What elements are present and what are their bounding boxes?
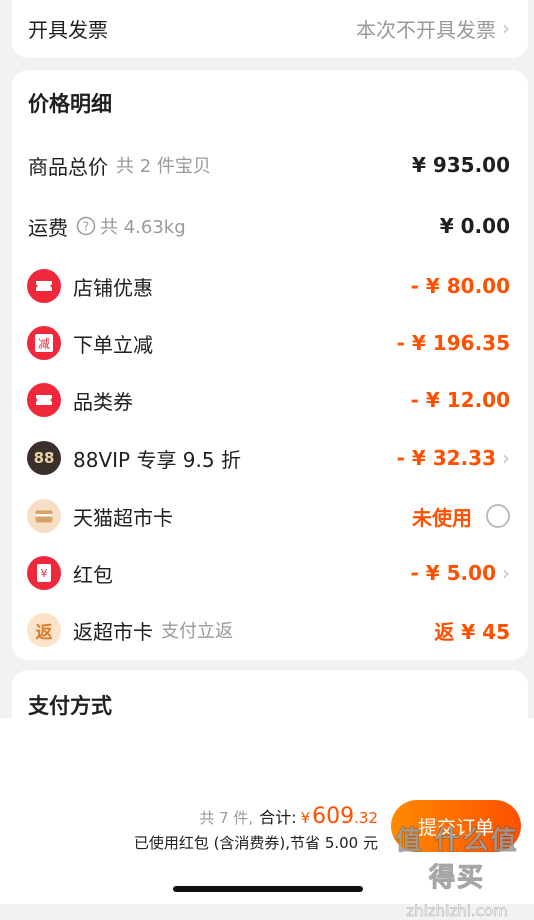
card-icon [27, 499, 61, 533]
invoice-value[interactable]: 本次不开具发票 › [356, 14, 510, 43]
invoice-label: 开具发票 [28, 17, 108, 42]
chevron-right-icon: › [502, 16, 510, 40]
price-row-88vip[interactable]: 88 88VIP 专享 9.5 折 - ¥ 32.33 › [12, 438, 528, 478]
price-row-instant-reduction: 减 下单立减 - ¥ 196.35 [12, 323, 528, 363]
price-row-shop-discount: 店铺优惠 - ¥ 80.00 [12, 266, 528, 306]
watermark-url: zhizhizhi.com [406, 902, 508, 920]
invoice-card[interactable]: 开具发票 本次不开具发票 › [12, 0, 528, 58]
total-label: 合计: [259, 808, 297, 827]
price-row-shipping: 运费 ? 共 4.63kg ¥ 0.00 [28, 214, 510, 240]
ticket-icon [27, 383, 61, 417]
svg-text:?: ? [83, 220, 89, 234]
return-icon: 返 [27, 613, 61, 647]
total-amount: 609 [312, 804, 355, 829]
price-row-goods-total: 商品总价 共 2 件宝贝 ¥ 935.00 [28, 153, 510, 179]
reduce-icon: 减 [27, 326, 61, 360]
price-detail-card: 价格明细 商品总价 共 2 件宝贝 ¥ 935.00 运费 ? 共 4.63kg… [12, 70, 528, 660]
price-title: 价格明细 [28, 92, 112, 116]
ticket-icon [27, 269, 61, 303]
total-line: 共 7 件, 合计: ¥ 609 .32 [199, 804, 378, 829]
price-row-category-coupon: 品类券 - ¥ 12.00 [12, 380, 528, 420]
saving-note: 已使用红包 (含消费券),节省 5.00 元 [133, 834, 378, 852]
price-row-tmall-card[interactable]: 天猫超市卡 未使用 [12, 496, 528, 536]
payment-title: 支付方式 [28, 694, 112, 718]
item-count: 共 7 件, [199, 809, 254, 827]
submit-order-button[interactable]: 提交订单 [391, 800, 521, 852]
red-packet-icon: ¥ [27, 556, 61, 590]
price-row-return-card: 返 返超市卡 支付立返 返 ¥ 45 [12, 610, 528, 650]
chevron-right-icon: › [502, 446, 510, 470]
vip-88-icon: 88 [27, 441, 61, 475]
radio-icon[interactable] [486, 504, 510, 528]
price-row-red-packet[interactable]: ¥ 红包 - ¥ 5.00 › [12, 553, 528, 593]
help-circle-icon[interactable]: ? [76, 216, 96, 236]
invoice-row[interactable]: 开具发票 本次不开具发票 › [12, 8, 528, 48]
home-indicator [173, 886, 363, 892]
chevron-right-icon: › [502, 561, 510, 585]
